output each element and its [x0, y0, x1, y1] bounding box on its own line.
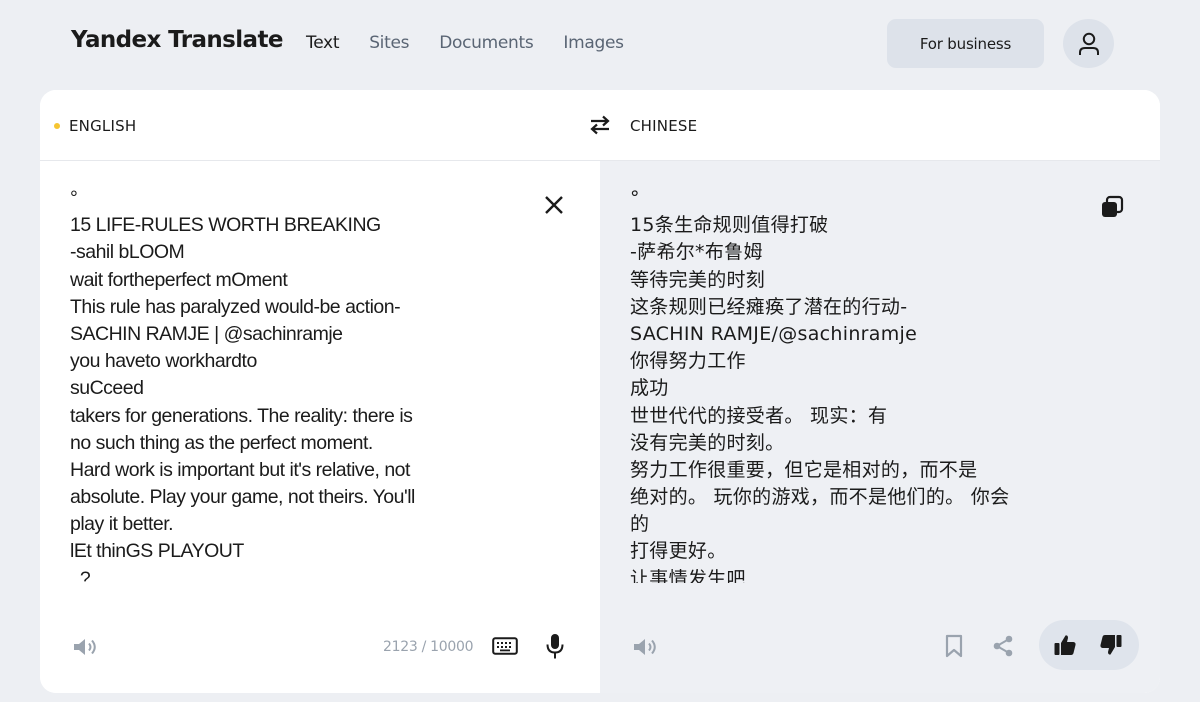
rating-buttons	[1039, 620, 1139, 670]
source-speaker-icon[interactable]	[72, 636, 100, 658]
source-line: play it better.	[70, 513, 174, 536]
translation-line: 的	[630, 513, 650, 536]
translation-line: 成功	[630, 377, 669, 400]
translation-line: 15条生命规则值得打破	[630, 214, 829, 237]
translation-line: 没有完美的时刻。	[630, 431, 785, 454]
translation-line: °	[630, 187, 640, 209]
translation-line: 这条规则已经瘫痪了潜在的行动-	[630, 295, 908, 318]
source-line: you haveto workhardto	[70, 350, 257, 373]
translate-card: ENGLISH CHINESE ° 15 LIFE-RULES WORTH BR…	[40, 90, 1160, 693]
translation-line: 打得更好。	[630, 540, 727, 563]
translation-speaker-icon[interactable]	[632, 636, 660, 658]
source-line: °	[70, 187, 78, 209]
source-language-selector[interactable]: ENGLISH	[54, 117, 136, 135]
user-profile-button[interactable]	[1063, 19, 1114, 68]
share-icon[interactable]	[991, 634, 1015, 658]
source-pane: ° 15 LIFE-RULES WORTH BREAKING -sahil bL…	[40, 161, 600, 693]
source-line: SACHIN RAMJE | @sachinramje	[70, 322, 343, 345]
source-language-dot	[54, 123, 60, 129]
translation-line: 努力工作很重要，但它是相对的，而不是	[630, 458, 978, 481]
source-line: no such thing as the perfect moment.	[70, 431, 373, 454]
source-line: -sahil bLOOM	[70, 241, 185, 264]
nav-documents[interactable]: Documents	[439, 33, 534, 53]
copy-icon[interactable]	[1100, 195, 1124, 219]
main-nav: Text Sites Documents Images	[306, 33, 654, 53]
microphone-icon[interactable]	[545, 633, 565, 660]
translation-line: -萨希尔*布鲁姆	[630, 241, 763, 264]
user-icon	[1078, 32, 1099, 55]
source-line: 15 LIFE-RULES WORTH BREAKING	[70, 214, 381, 237]
source-line: This rule has paralyzed would-be action-	[70, 295, 401, 318]
translation-line: SACHIN RAMJE/@sachinramje	[630, 322, 918, 345]
nav-images[interactable]: Images	[563, 33, 624, 53]
swap-languages-icon[interactable]	[588, 114, 612, 136]
source-line: suCceed	[70, 377, 144, 400]
source-line: Hard work is important but it's relative…	[70, 458, 410, 481]
character-counter: 2123 / 10000	[383, 639, 474, 655]
app-logo[interactable]: Yandex Translate	[71, 27, 283, 53]
nav-text[interactable]: Text	[306, 33, 339, 53]
source-line: takers for generations. The reality: the…	[70, 404, 413, 427]
translation-line: 世世代代的接受者。 现实：有	[630, 404, 888, 427]
source-line: lEt thinGS PLAYOUT	[70, 540, 244, 563]
translation-line: 你得努力工作	[630, 350, 746, 373]
language-bar: ENGLISH CHINESE	[40, 90, 1160, 161]
nav-sites[interactable]: Sites	[369, 33, 409, 53]
translation-output: ° 15条生命规则值得打破 -萨希尔*布鲁姆 等待完美的时刻 这条规则已经瘫痪了…	[630, 185, 1090, 583]
translation-line: 让事情发生吧	[630, 567, 746, 583]
source-language-label: ENGLISH	[69, 117, 137, 135]
for-business-button[interactable]: For business	[887, 19, 1044, 68]
clear-text-icon[interactable]	[543, 194, 565, 216]
thumbs-up-icon[interactable]	[1053, 633, 1077, 657]
translation-pane: ° 15条生命规则值得打破 -萨希尔*布鲁姆 等待完美的时刻 这条规则已经瘫痪了…	[600, 161, 1160, 693]
source-line: absolute. Play your game, not theirs. Yo…	[70, 486, 415, 509]
keyboard-icon[interactable]	[492, 637, 518, 655]
source-text-input[interactable]: ° 15 LIFE-RULES WORTH BREAKING -sahil bL…	[70, 185, 530, 583]
translation-line: 绝对的。 玩你的游戏，而不是他们的。 你会	[630, 486, 1010, 509]
translation-line: 等待完美的时刻	[630, 268, 766, 291]
bookmark-icon[interactable]	[945, 634, 963, 658]
target-language-selector[interactable]: CHINESE	[630, 117, 697, 135]
thumbs-down-icon[interactable]	[1099, 633, 1123, 657]
source-line: wait fortheperfect mOment	[70, 268, 288, 291]
source-line: ?	[70, 567, 91, 583]
